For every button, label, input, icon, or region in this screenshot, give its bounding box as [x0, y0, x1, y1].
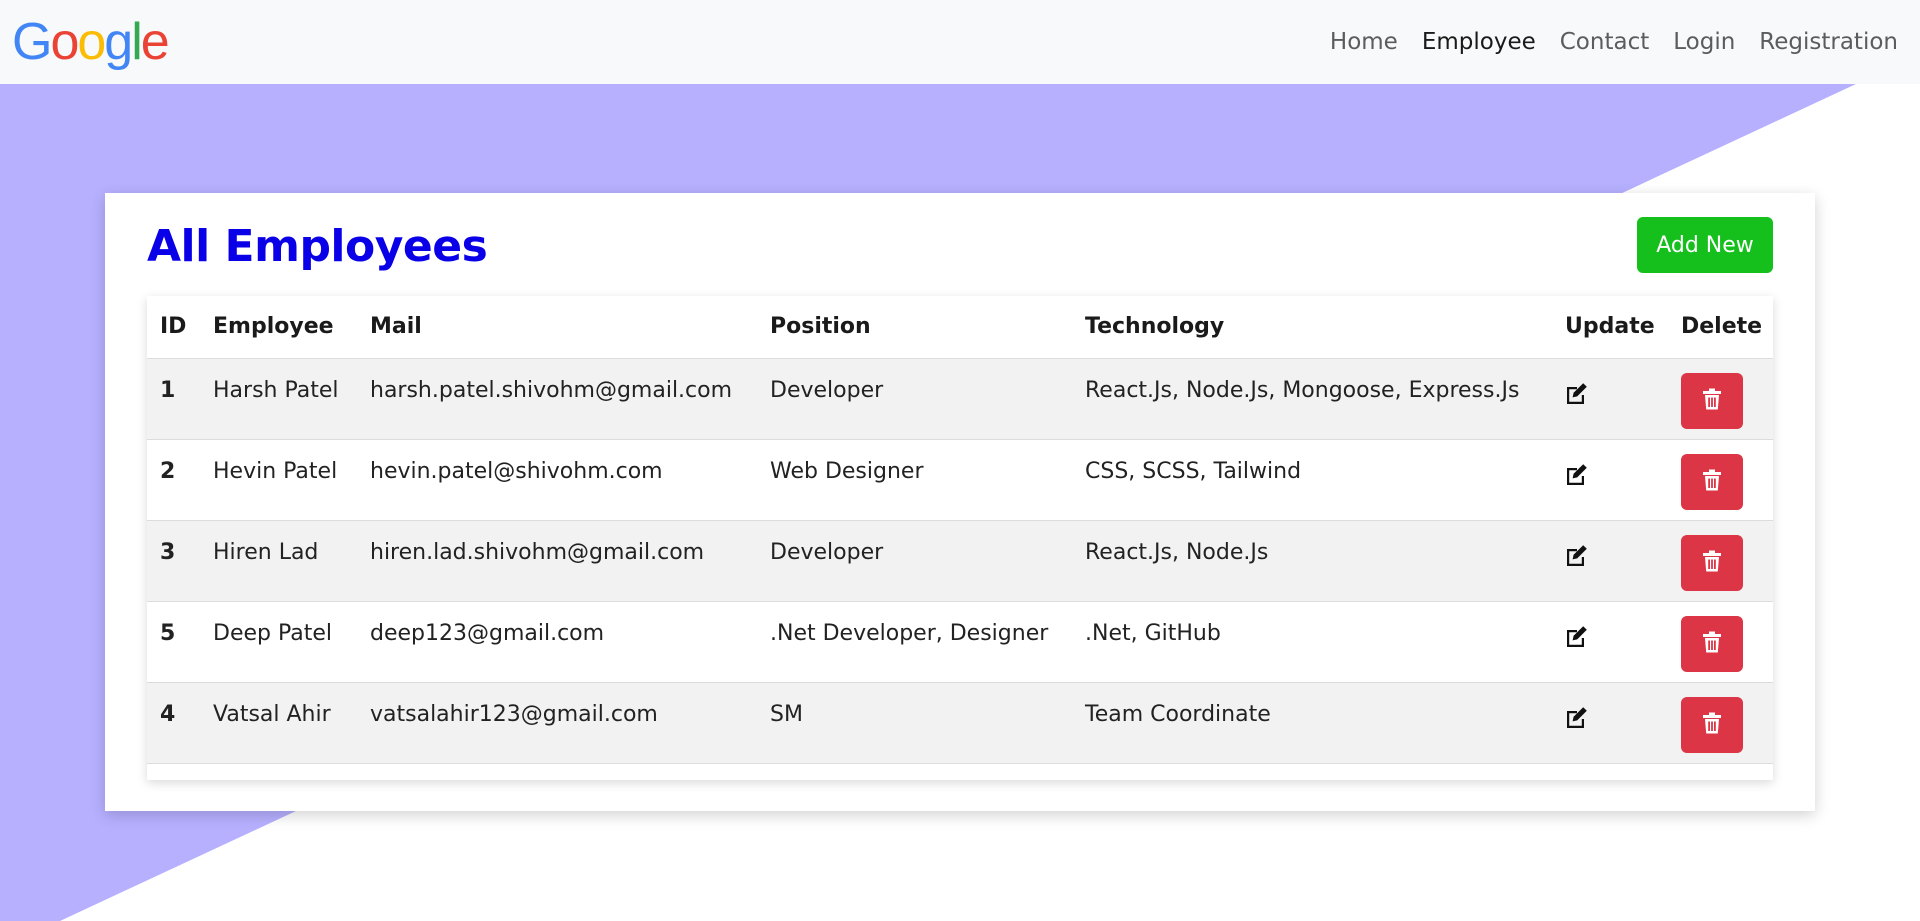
trash-icon [1702, 388, 1722, 413]
trash-icon [1702, 631, 1722, 656]
table-row: 3 Hiren Lad hiren.lad.shivohm@gmail.com Dev… [147, 520, 1773, 602]
cell-update [1552, 601, 1668, 683]
column-header-mail: Mail [357, 296, 757, 359]
cell-id: 5 [147, 601, 200, 683]
cell-technology: React.Js, Node.Js, Mongoose, Express.Js [1072, 358, 1552, 440]
cell-delete [1668, 520, 1773, 602]
table-row: 5 Deep Patel deep123@gmail.com .Net Develop… [147, 601, 1773, 683]
brand-letter: e [140, 13, 170, 71]
brand-letter: g [104, 13, 133, 71]
cell-employee: Vatsal Ahir [200, 682, 357, 764]
column-header-update: Update [1552, 296, 1668, 359]
cell-technology: CSS, SCSS, Tailwind [1072, 439, 1552, 521]
delete-button[interactable] [1681, 534, 1743, 591]
employees-table: ID Employee Mail Position Technology Update De… [147, 296, 1773, 764]
delete-button[interactable] [1681, 453, 1743, 510]
edit-icon[interactable] [1565, 463, 1589, 491]
cell-position: Developer [757, 520, 1072, 602]
cell-position: Web Designer [757, 439, 1072, 521]
trash-icon [1702, 712, 1722, 737]
cell-id: 3 [147, 520, 200, 602]
employees-table-container: ID Employee Mail Position Technology Update De… [147, 296, 1773, 780]
nav-link-registration[interactable]: Registration [1759, 29, 1898, 55]
cell-delete [1668, 358, 1773, 440]
cell-technology: Team Coordinate [1072, 682, 1552, 764]
cell-update [1552, 439, 1668, 521]
cell-id: 1 [147, 358, 200, 440]
table-header: ID Employee Mail Position Technology Update De… [147, 296, 1773, 359]
cell-mail: harsh.patel.shivohm@gmail.com [357, 358, 757, 440]
cell-update [1552, 682, 1668, 764]
cell-position: .Net Developer, Designer [757, 601, 1072, 683]
cell-id: 2 [147, 439, 200, 521]
nav-links: Home Employee Contact Login Registration [1306, 29, 1898, 55]
cell-mail: hiren.lad.shivohm@gmail.com [357, 520, 757, 602]
cell-mail: deep123@gmail.com [357, 601, 757, 683]
delete-button[interactable] [1681, 372, 1743, 429]
cell-delete [1668, 601, 1773, 683]
table-row: 4 Vatsal Ahir vatsalahir123@gmail.com SM Tea… [147, 682, 1773, 764]
cell-employee: Deep Patel [200, 601, 357, 683]
column-header-position: Position [757, 296, 1072, 359]
nav-link-contact[interactable]: Contact [1560, 29, 1649, 55]
cell-delete [1668, 439, 1773, 521]
delete-button[interactable] [1681, 696, 1743, 753]
page-title: All Employees [147, 221, 488, 272]
nav-link-home[interactable]: Home [1330, 29, 1398, 55]
column-header-employee: Employee [200, 296, 357, 359]
cell-employee: Hiren Lad [200, 520, 357, 602]
column-header-delete: Delete [1668, 296, 1773, 359]
brand-letter: l [131, 13, 142, 71]
edit-icon[interactable] [1565, 544, 1589, 572]
cell-mail: vatsalahir123@gmail.com [357, 682, 757, 764]
cell-technology: .Net, GitHub [1072, 601, 1552, 683]
brand-letter: o [50, 13, 79, 71]
nav-link-employee[interactable]: Employee [1422, 29, 1536, 55]
table-body: 1 Harsh Patel harsh.patel.shivohm@gmail.co… [147, 358, 1773, 764]
cell-id: 4 [147, 682, 200, 764]
table-row: 2 Hevin Patel hevin.patel@shivohm.com Web D… [147, 439, 1773, 521]
cell-update [1552, 358, 1668, 440]
column-header-technology: Technology [1072, 296, 1552, 359]
cell-mail: hevin.patel@shivohm.com [357, 439, 757, 521]
edit-icon[interactable] [1565, 706, 1589, 734]
cell-update [1552, 520, 1668, 602]
brand-letter: G [12, 13, 52, 71]
edit-icon[interactable] [1565, 625, 1589, 653]
navbar: Google Home Employee Contact Login Registrat… [0, 0, 1920, 84]
column-header-id: ID [147, 296, 200, 359]
cell-employee: Hevin Patel [200, 439, 357, 521]
cell-delete [1668, 682, 1773, 764]
add-new-button[interactable]: Add New [1637, 217, 1773, 273]
cell-position: Developer [757, 358, 1072, 440]
nav-link-login[interactable]: Login [1673, 29, 1735, 55]
table-row: 1 Harsh Patel harsh.patel.shivohm@gmail.co… [147, 358, 1773, 440]
brand-logo[interactable]: Google [12, 0, 170, 84]
cell-position: SM [757, 682, 1072, 764]
employees-card: All Employees Add New ID Employee Mail Posi… [105, 193, 1815, 811]
trash-icon [1702, 469, 1722, 494]
trash-icon [1702, 550, 1722, 575]
edit-icon[interactable] [1565, 382, 1589, 410]
cell-technology: React.Js, Node.Js [1072, 520, 1552, 602]
delete-button[interactable] [1681, 615, 1743, 672]
cell-employee: Harsh Patel [200, 358, 357, 440]
brand-letter: o [77, 13, 106, 71]
table-header-row: ID Employee Mail Position Technology Update De… [147, 296, 1773, 359]
